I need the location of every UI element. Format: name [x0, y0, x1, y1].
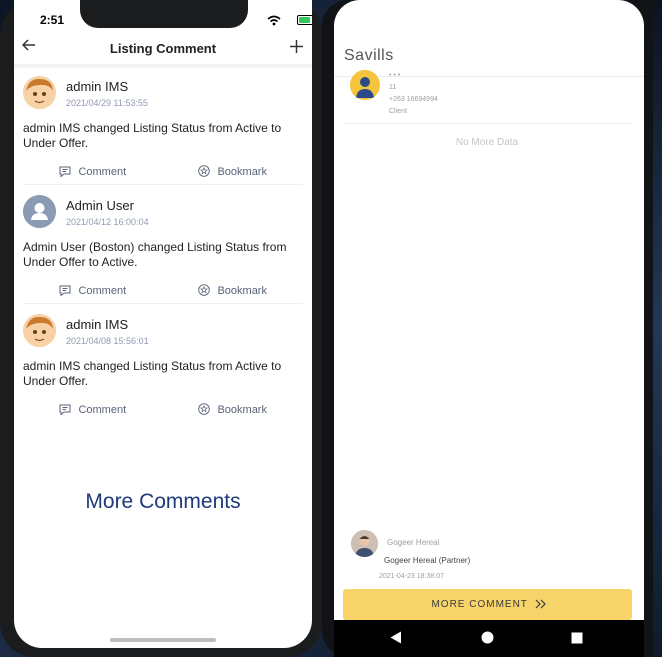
back-triangle-icon[interactable] — [390, 631, 402, 649]
comment-date: 2021/04/08 15:56:01 — [66, 336, 149, 346]
home-indicator — [110, 638, 216, 642]
more-comments-link[interactable]: More Comments — [14, 490, 312, 514]
comment-icon — [59, 402, 71, 419]
app-title: Savills — [344, 47, 394, 64]
home-circle-icon[interactable] — [481, 631, 494, 649]
comment-action-button[interactable]: Comment — [59, 402, 127, 420]
avatar — [23, 195, 56, 228]
comment-label: Comment — [78, 285, 127, 297]
bookmark-action-button[interactable]: Bookmark — [198, 164, 267, 182]
comment-icon — [59, 164, 71, 181]
comment-text: Admin User (Boston) changed Listing Stat… — [23, 240, 287, 269]
more-comment-label: MORE COMMENT — [431, 599, 528, 610]
comment-date: 2021/04/12 16:00:04 — [66, 217, 149, 227]
bookmark-star-icon — [198, 164, 210, 181]
comment-label: Comment — [78, 404, 127, 416]
contact-avatar — [350, 70, 380, 100]
commenter-avatar — [351, 530, 378, 557]
android-screen — [334, 0, 644, 620]
bookmark-star-icon — [198, 402, 210, 419]
background-strip — [653, 0, 662, 657]
comment-text: admin IMS changed Listing Status from Ac… — [23, 121, 282, 150]
commenter-text: Gogeer Hereal (Partner) — [384, 556, 471, 565]
avatar — [23, 76, 56, 109]
bookmark-action-button[interactable]: Bookmark — [198, 283, 267, 301]
comment-text: admin IMS changed Listing Status from Ac… — [23, 359, 282, 388]
row-divider — [23, 184, 303, 185]
comment-label: Comment — [78, 166, 127, 178]
page-title: Listing Comment — [109, 41, 217, 56]
comment-date: 2021/04/29 11:53:55 — [66, 98, 148, 108]
nav-divider — [14, 64, 312, 68]
comment-author: Admin User — [66, 198, 134, 213]
comment-author: admin IMS — [66, 317, 129, 332]
add-comment-button[interactable] — [290, 37, 303, 58]
battery-icon — [297, 15, 312, 25]
android-nav-bar — [334, 620, 644, 657]
header-divider — [334, 76, 644, 77]
double-chevron-right-icon — [535, 599, 547, 612]
contact-name: • • • — [389, 72, 401, 79]
contact-phone: +263 16694994 — [389, 96, 438, 103]
iphone-notch — [80, 0, 248, 28]
commenter-name: Gogeer Hereal — [387, 538, 440, 547]
commenter-date: 2021-04-23 18:38:07 — [379, 573, 444, 580]
iphone-screen: 2:51 Listing Comment admin IMS 2021/04/2… — [14, 0, 312, 648]
no-more-data-text: No More Data — [455, 137, 519, 148]
list-divider — [344, 123, 632, 124]
status-time: 2:51 — [40, 13, 65, 27]
bookmark-label: Bookmark — [217, 404, 267, 416]
contact-role: Client — [389, 108, 407, 115]
more-comment-button[interactable]: MORE COMMENT — [343, 589, 632, 620]
wifi-icon — [267, 13, 281, 31]
bookmark-action-button[interactable]: Bookmark — [198, 402, 267, 420]
recents-square-icon[interactable] — [571, 631, 583, 649]
comment-action-button[interactable]: Comment — [59, 164, 127, 182]
comment-icon — [59, 283, 71, 300]
contact-line: 11 — [389, 84, 397, 91]
bookmark-label: Bookmark — [217, 285, 267, 297]
avatar — [23, 314, 56, 347]
bookmark-star-icon — [198, 283, 210, 300]
comment-action-button[interactable]: Comment — [59, 283, 127, 301]
bookmark-label: Bookmark — [217, 166, 267, 178]
row-divider — [23, 303, 303, 304]
comment-author: admin IMS — [66, 79, 129, 94]
